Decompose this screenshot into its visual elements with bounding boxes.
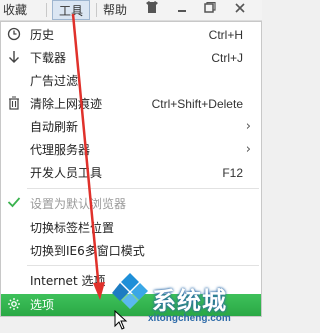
shirt-icon[interactable] <box>142 1 162 19</box>
menu-item-auto-refresh[interactable]: 自动刷新 › <box>1 116 261 138</box>
mouse-cursor-icon <box>114 309 128 330</box>
menu-item-developer-tools[interactable]: 开发人员工具 F12 <box>1 162 261 184</box>
trash-icon <box>6 96 22 112</box>
menu-item-switch-tab-position[interactable]: 切换标签栏位置 <box>1 217 261 239</box>
menu-item-label: 下载器 <box>30 51 67 65</box>
shortcut-label: F12 <box>222 166 243 180</box>
menu-separator <box>96 3 97 17</box>
history-clock-icon <box>6 27 22 43</box>
restore-icon[interactable] <box>200 1 220 19</box>
menu-item-set-default-browser: 设置为默认浏览器 <box>1 193 261 215</box>
shortcut-label: Ctrl+H <box>208 28 243 42</box>
menu-item-label: 切换标签栏位置 <box>30 221 115 235</box>
gear-icon <box>6 297 22 313</box>
menu-item-label: Internet 选项 <box>30 274 106 288</box>
menu-help[interactable]: 帮助 <box>100 0 130 20</box>
menu-item-downloader[interactable]: 下载器 Ctrl+J <box>1 47 261 69</box>
menu-item-label: 选项 <box>30 298 55 312</box>
menu-item-label: 自动刷新 <box>30 120 79 134</box>
shortcut-label: Ctrl+Shift+Delete <box>151 97 243 111</box>
menu-item-label: 设置为默认浏览器 <box>30 197 127 211</box>
menu-tools[interactable]: 工具 <box>52 0 90 20</box>
menu-favorites[interactable]: 收藏 <box>0 0 30 20</box>
menu-item-switch-ie6-mode[interactable]: 切换到IE6多窗口模式 <box>1 240 261 262</box>
menu-item-label: 清除上网痕迹 <box>30 97 103 111</box>
shortcut-label: Ctrl+J <box>211 51 243 65</box>
menu-item-label: 历史 <box>30 28 55 42</box>
menu-bar: 收藏 工具 帮助 <box>0 0 262 21</box>
menu-item-proxy-server[interactable]: 代理服务器 › <box>1 139 261 161</box>
watermark-text: 系统城 <box>152 287 227 315</box>
menu-separator <box>46 3 47 17</box>
close-icon[interactable] <box>230 1 250 19</box>
menu-item-label: 开发人员工具 <box>30 166 103 180</box>
submenu-arrow-icon: › <box>245 142 251 157</box>
submenu-arrow-icon: › <box>245 119 251 134</box>
menu-item-history[interactable]: 历史 Ctrl+H <box>1 24 261 46</box>
menu-item-clear-traces[interactable]: 清除上网痕迹 Ctrl+Shift+Delete <box>1 93 261 115</box>
watermark-url: xitongcheng.com <box>148 313 231 324</box>
menu-item-ad-filter[interactable]: 广告过滤 <box>1 70 261 92</box>
menu-divider <box>27 188 259 189</box>
minimize-icon[interactable] <box>172 1 192 19</box>
menu-item-label: 代理服务器 <box>30 143 91 157</box>
checkmark-icon <box>6 196 22 212</box>
menu-item-label: 广告过滤 <box>30 74 79 88</box>
download-arrow-icon <box>6 50 22 66</box>
windows-logo-watermark <box>106 265 154 313</box>
menu-item-label: 切换到IE6多窗口模式 <box>30 244 145 258</box>
